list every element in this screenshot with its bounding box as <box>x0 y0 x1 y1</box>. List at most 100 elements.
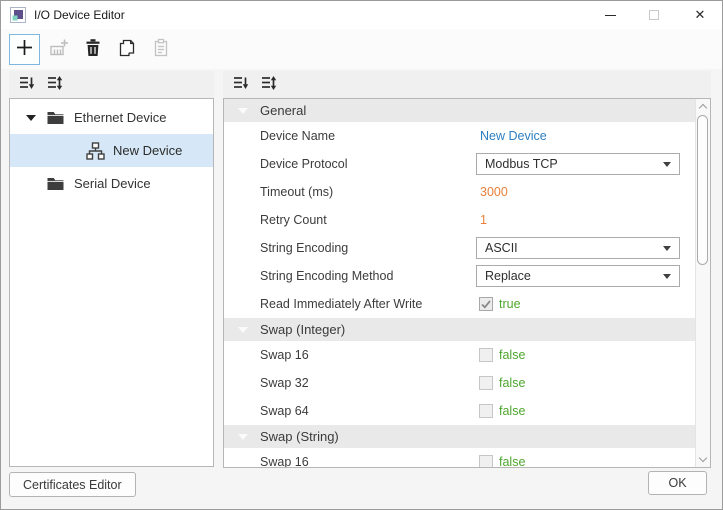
expand-all-button[interactable] <box>45 75 64 94</box>
ok-button[interactable]: OK <box>648 471 707 495</box>
tree-panel-toolbar <box>9 71 214 98</box>
property-row-timeout: Timeout (ms) 3000 <box>224 178 695 206</box>
property-label: Swap 64 <box>260 404 309 418</box>
property-row-swap64-int: Swap 64 false <box>224 397 695 425</box>
property-grid: General Device Name New Device Device Pr… <box>223 98 711 468</box>
section-header-swap-string[interactable]: Swap (String) <box>224 425 695 448</box>
tree-item-label: Ethernet Device <box>74 110 167 125</box>
scroll-up-button[interactable] <box>696 99 710 113</box>
tree-item-label: New Device <box>113 143 183 158</box>
app-icon <box>10 7 26 23</box>
add-device-button[interactable] <box>9 33 40 65</box>
checkbox-value: false <box>499 455 526 467</box>
collapse-all-icon <box>233 75 249 94</box>
collapse-triangle-icon <box>238 107 248 114</box>
property-label: String Encoding Method <box>260 269 394 283</box>
scroll-down-button[interactable] <box>696 453 710 467</box>
copy-device-button[interactable] <box>111 34 142 65</box>
property-label: Swap 16 <box>260 455 309 467</box>
vertical-scrollbar[interactable] <box>695 99 710 467</box>
paste-device-button <box>145 34 176 65</box>
section-title: Swap (String) <box>260 429 339 444</box>
chevron-down-icon <box>663 245 671 251</box>
retry-count-value[interactable]: 1 <box>480 213 487 227</box>
certificates-editor-button[interactable]: Certificates Editor <box>9 472 136 497</box>
property-label: Retry Count <box>260 213 327 227</box>
chevron-down-icon <box>698 453 708 463</box>
expander-triangle-icon[interactable] <box>26 114 36 121</box>
property-label: String Encoding <box>260 241 349 255</box>
chevron-down-icon <box>663 161 671 167</box>
property-row-string-encoding-method: String Encoding Method Replace <box>224 262 695 290</box>
checkbox-value: false <box>499 348 526 362</box>
minimize-icon <box>604 14 616 16</box>
swap16-string-checkbox[interactable] <box>479 455 493 467</box>
network-device-icon <box>86 141 105 160</box>
window-title: I/O Device Editor <box>34 8 125 22</box>
expand-all-icon <box>261 75 277 94</box>
delete-device-button[interactable] <box>77 34 108 65</box>
collapse-all-icon <box>19 75 35 94</box>
property-row-device-name: Device Name New Device <box>224 122 695 150</box>
device-name-value[interactable]: New Device <box>480 129 547 143</box>
dropdown-selected-value: Replace <box>485 269 531 283</box>
collapse-triangle-icon <box>238 433 248 440</box>
section-title: General <box>260 103 307 118</box>
close-button[interactable]: ✕ <box>685 1 715 29</box>
device-tree: Ethernet Device New Device Serial Device <box>9 98 214 467</box>
section-header-general[interactable]: General <box>224 99 695 122</box>
property-label: Device Name <box>260 129 336 143</box>
scrollbar-thumb[interactable] <box>697 115 708 265</box>
chevron-down-icon <box>663 273 671 279</box>
add-device-group-icon <box>48 37 70 62</box>
property-label: Swap 32 <box>260 376 309 390</box>
property-panel: General Device Name New Device Device Pr… <box>223 71 711 468</box>
tree-item-ethernet-device[interactable]: Ethernet Device <box>10 101 213 134</box>
collapse-triangle-icon <box>238 326 248 333</box>
checkbox-value: false <box>499 376 526 390</box>
property-row-swap32-int: Swap 32 false <box>224 369 695 397</box>
maximize-button <box>639 1 669 29</box>
string-encoding-method-dropdown[interactable]: Replace <box>476 265 680 287</box>
maximize-icon <box>649 10 659 20</box>
property-row-read-immediately: Read Immediately After Write true <box>224 290 695 318</box>
minimize-button[interactable] <box>595 1 625 29</box>
device-protocol-dropdown[interactable]: Modbus TCP <box>476 153 680 175</box>
property-label: Device Protocol <box>260 157 348 171</box>
timeout-value[interactable]: 3000 <box>480 185 508 199</box>
expand-all-icon <box>47 75 63 94</box>
titlebar: I/O Device Editor ✕ <box>1 1 722 29</box>
read-immediately-checkbox[interactable] <box>479 297 493 311</box>
plus-icon <box>14 37 35 61</box>
expand-all-sections-button[interactable] <box>259 75 278 94</box>
paste-icon <box>151 38 171 61</box>
tree-item-serial-device[interactable]: Serial Device <box>10 167 213 200</box>
property-panel-toolbar <box>223 71 711 98</box>
dropdown-selected-value: ASCII <box>485 241 518 255</box>
string-encoding-dropdown[interactable]: ASCII <box>476 237 680 259</box>
property-row-swap16-str: Swap 16 false <box>224 448 695 467</box>
tree-item-new-device[interactable]: New Device <box>10 134 213 167</box>
swap32-checkbox[interactable] <box>479 376 493 390</box>
property-row-retry-count: Retry Count 1 <box>224 206 695 234</box>
section-header-swap-integer[interactable]: Swap (Integer) <box>224 318 695 341</box>
collapse-all-sections-button[interactable] <box>231 75 250 94</box>
checkbox-value: true <box>499 297 521 311</box>
swap64-checkbox[interactable] <box>479 404 493 418</box>
folder-icon <box>47 176 64 191</box>
checkbox-value: false <box>499 404 526 418</box>
collapse-all-button[interactable] <box>17 75 36 94</box>
section-title: Swap (Integer) <box>260 322 346 337</box>
property-label: Timeout (ms) <box>260 185 334 199</box>
swap16-checkbox[interactable] <box>479 348 493 362</box>
copy-icon <box>117 38 137 61</box>
chevron-up-icon <box>698 103 708 113</box>
property-label: Swap 16 <box>260 348 309 362</box>
property-scroll-area: General Device Name New Device Device Pr… <box>224 99 695 467</box>
dropdown-selected-value: Modbus TCP <box>485 157 558 171</box>
folder-icon <box>47 110 64 125</box>
property-row-string-encoding: String Encoding ASCII <box>224 234 695 262</box>
device-tree-panel: Ethernet Device New Device Serial Device <box>9 71 214 467</box>
close-icon: ✕ <box>694 7 706 22</box>
io-device-editor-window: I/O Device Editor ✕ Ethernet Device New … <box>0 0 723 510</box>
